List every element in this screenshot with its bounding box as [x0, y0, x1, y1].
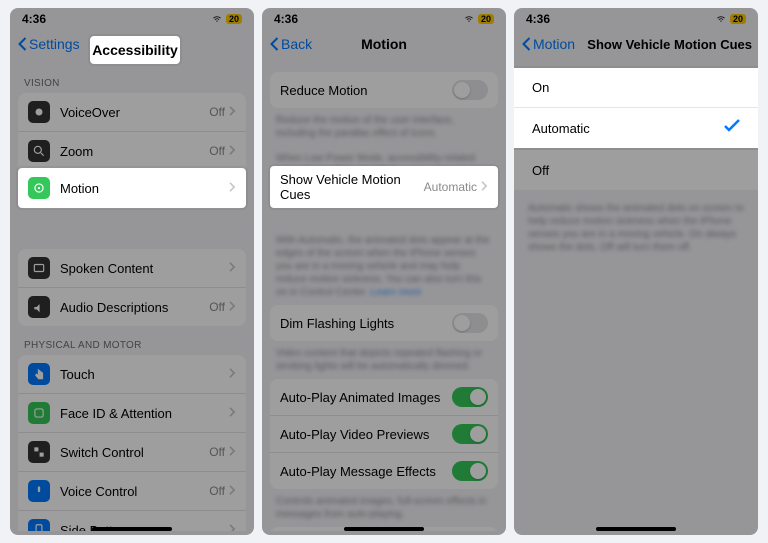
- chevron-right-icon: [229, 404, 236, 422]
- desc-svmc: With Automatic, the animated dots appear…: [262, 228, 506, 305]
- switch-icon: [28, 441, 50, 463]
- voiceover-icon: [28, 101, 50, 123]
- toggle-auto-message[interactable]: [452, 461, 488, 481]
- learn-more-link[interactable]: Learn more: [371, 287, 422, 298]
- row-touch[interactable]: Touch: [18, 355, 246, 394]
- zoom-icon: [28, 140, 50, 162]
- row-dim-flashing[interactable]: Dim Flashing Lights: [270, 305, 498, 341]
- desc-auto: Controls animated images, full-screen ef…: [262, 489, 506, 527]
- chevron-right-icon: [229, 298, 236, 316]
- highlight-options: On Automatic: [514, 68, 758, 148]
- desc-svmc-options: Automatic shows the animated dots on scr…: [514, 196, 758, 260]
- option-on[interactable]: On: [514, 68, 758, 108]
- section-header-physical: PHYSICAL AND MOTOR: [10, 326, 254, 355]
- home-indicator: [596, 527, 676, 531]
- toggle-dim[interactable]: [452, 313, 488, 333]
- back-label: Back: [281, 36, 312, 52]
- chevron-right-icon: [229, 365, 236, 383]
- back-button[interactable]: Settings: [18, 36, 80, 52]
- motion-icon: [28, 177, 50, 199]
- chevron-right-icon: [229, 179, 236, 197]
- row-spoken-content[interactable]: Spoken Content: [18, 249, 246, 288]
- desc-dim: Video content that depicts repeated flas…: [262, 341, 506, 379]
- motion-label: Motion: [60, 181, 229, 196]
- side-button-icon: [28, 519, 50, 531]
- option-off[interactable]: Off: [514, 150, 758, 190]
- status-time: 4:36: [22, 12, 46, 26]
- voice-control-icon: [28, 480, 50, 502]
- row-audio-descriptions[interactable]: Audio DescriptionsOff: [18, 288, 246, 326]
- back-label: Settings: [29, 36, 80, 52]
- screenshot-accessibility: 4:36 20 Settings Accessibility VISION Vo…: [10, 8, 254, 535]
- toggle-auto-video[interactable]: [452, 424, 488, 444]
- chevron-right-icon: [229, 482, 236, 500]
- status-bar: 4:36 20: [10, 8, 254, 28]
- screenshot-svmc-options: 4:36 20 Motion Show Vehicle Motion Cues …: [514, 8, 758, 535]
- battery-icon: 20: [226, 14, 242, 24]
- nav-title: Show Vehicle Motion Cues: [587, 37, 752, 52]
- back-button[interactable]: Motion: [522, 36, 575, 52]
- home-indicator: [92, 527, 172, 531]
- section-header-vision: VISION: [10, 64, 254, 93]
- row-auto-play-video[interactable]: Auto-Play Video Previews: [270, 416, 498, 453]
- row-voiceover[interactable]: VoiceOverOff: [18, 93, 246, 132]
- spoken-content-icon: [28, 257, 50, 279]
- battery-icon: 20: [730, 14, 746, 24]
- chevron-right-icon: [229, 443, 236, 461]
- status-time: 4:36: [274, 12, 298, 26]
- chevron-right-icon: [481, 178, 488, 196]
- wifi-icon: [211, 12, 223, 26]
- row-auto-play-images[interactable]: Auto-Play Animated Images: [270, 379, 498, 416]
- status-bar: 4:36 20: [514, 8, 758, 28]
- row-face-id[interactable]: Face ID & Attention: [18, 394, 246, 433]
- home-indicator: [344, 527, 424, 531]
- option-automatic[interactable]: Automatic: [514, 108, 758, 148]
- svmc-value: Automatic: [424, 180, 477, 194]
- row-reduce-motion[interactable]: Reduce Motion: [270, 72, 498, 108]
- row-voice-control[interactable]: Voice ControlOff: [18, 472, 246, 511]
- toggle-auto-images[interactable]: [452, 387, 488, 407]
- row-zoom[interactable]: ZoomOff: [18, 132, 246, 171]
- nav-title: Accessibility: [92, 42, 178, 58]
- toggle-reduce-motion[interactable]: [452, 80, 488, 100]
- checkmark-icon: [724, 119, 740, 138]
- touch-icon: [28, 363, 50, 385]
- highlight-accessibility-title: Accessibility: [90, 36, 180, 64]
- nav-bar: Back Motion: [262, 28, 506, 64]
- chevron-right-icon: [229, 142, 236, 160]
- row-auto-play-message[interactable]: Auto-Play Message Effects: [270, 453, 498, 489]
- status-bar: 4:36 20: [262, 8, 506, 28]
- back-button[interactable]: Back: [270, 36, 312, 52]
- wifi-icon: [715, 12, 727, 26]
- nav-bar: Motion Show Vehicle Motion Cues: [514, 28, 758, 64]
- row-switch-control[interactable]: Switch ControlOff: [18, 433, 246, 472]
- svmc-label: Show Vehicle Motion Cues: [280, 172, 424, 202]
- desc-reduce: Reduce the motion of the user interface,…: [262, 108, 506, 146]
- highlight-motion-row[interactable]: Motion: [18, 168, 246, 208]
- chevron-right-icon: [229, 521, 236, 531]
- nav-title: Motion: [361, 36, 407, 52]
- screenshot-motion: 4:36 20 Back Motion Reduce Motion Reduce…: [262, 8, 506, 535]
- audio-desc-icon: [28, 296, 50, 318]
- face-id-icon: [28, 402, 50, 424]
- wifi-icon: [463, 12, 475, 26]
- battery-icon: 20: [478, 14, 494, 24]
- chevron-right-icon: [229, 103, 236, 121]
- chevron-right-icon: [229, 259, 236, 277]
- back-label: Motion: [533, 36, 575, 52]
- status-time: 4:36: [526, 12, 550, 26]
- highlight-svmc-row[interactable]: Show Vehicle Motion Cues Automatic: [270, 166, 498, 208]
